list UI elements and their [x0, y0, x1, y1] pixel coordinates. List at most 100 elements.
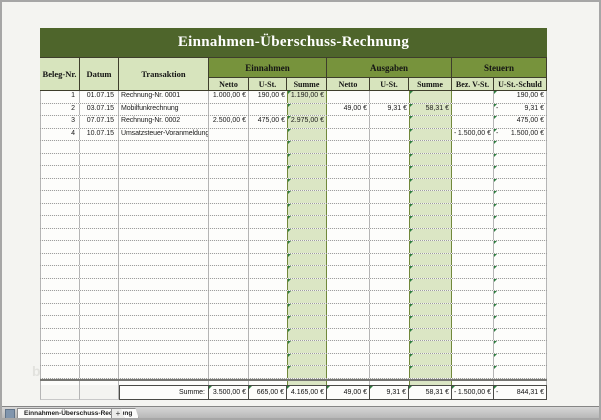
sheet-cell[interactable]: Umsatzsteuer-Voranmeldung	[119, 129, 209, 141]
sheet-cell[interactable]	[327, 329, 370, 341]
header-transaktion[interactable]: Transaktion	[119, 58, 209, 91]
sheet-cell[interactable]	[327, 354, 370, 366]
sheet-cell[interactable]: 1	[40, 91, 80, 103]
sheet-cell[interactable]	[80, 166, 119, 178]
sheet-cell[interactable]	[40, 304, 80, 316]
sheet-cell[interactable]: 2.500,00 €	[209, 116, 249, 128]
sheet-cell[interactable]	[494, 204, 547, 216]
subheader-einnahmen-netto[interactable]: Netto	[209, 78, 249, 91]
sheet-cell[interactable]	[327, 154, 370, 166]
sheet-cell[interactable]	[494, 291, 547, 303]
sheet-cell[interactable]	[209, 179, 249, 191]
sheet-cell[interactable]	[209, 354, 249, 366]
sheet-cell[interactable]	[40, 191, 80, 203]
sheet-cell[interactable]	[80, 229, 119, 241]
sheet-cell[interactable]	[40, 341, 80, 353]
sheet-cell[interactable]	[494, 141, 547, 153]
sheet-cell[interactable]	[119, 291, 209, 303]
sheet-cell[interactable]	[287, 354, 327, 366]
sheet-cell[interactable]	[287, 104, 327, 116]
subheader-einnahmen-summe[interactable]: Summe	[287, 78, 327, 91]
sheet-cell[interactable]: 475,00 €	[249, 116, 287, 128]
sheet-cell[interactable]	[119, 216, 209, 228]
sheet-cell[interactable]	[40, 166, 80, 178]
sheet-cell[interactable]	[209, 191, 249, 203]
sheet-cell[interactable]	[249, 366, 287, 378]
sheet-cell[interactable]	[40, 266, 80, 278]
sheet-cell[interactable]	[452, 354, 494, 366]
sheet-cell[interactable]	[370, 141, 409, 153]
sheet-cell[interactable]	[119, 241, 209, 253]
sheet-cell[interactable]	[287, 129, 327, 141]
sheet-cell[interactable]	[209, 166, 249, 178]
sheet-cell[interactable]	[452, 166, 494, 178]
sheet-cell[interactable]	[452, 366, 494, 378]
sheet-cell[interactable]	[249, 129, 287, 141]
sheet-cell[interactable]	[209, 316, 249, 328]
summary-value-cell[interactable]: 3.500,00 €	[209, 385, 249, 400]
sheet-cell[interactable]	[494, 191, 547, 203]
sheet-cell[interactable]	[327, 266, 370, 278]
sheet-cell[interactable]	[40, 141, 80, 153]
sheet-cell[interactable]	[287, 366, 327, 378]
sheet-cell[interactable]: 2.975,00 €	[287, 116, 327, 128]
group-ausgaben[interactable]: Ausgaben	[327, 58, 452, 78]
sheet-cell[interactable]: -1.500,00 €	[452, 129, 494, 141]
sheet-cell[interactable]	[80, 241, 119, 253]
sheet-cell[interactable]	[249, 154, 287, 166]
sheet-cell[interactable]	[287, 266, 327, 278]
sheet-cell[interactable]	[494, 329, 547, 341]
sheet-cell[interactable]	[209, 241, 249, 253]
sheet-cell[interactable]	[452, 316, 494, 328]
sheet-cell[interactable]	[452, 104, 494, 116]
sheet-cell[interactable]: 58,31 €	[409, 104, 452, 116]
sheet-cell[interactable]	[327, 229, 370, 241]
sheet-cell[interactable]	[40, 204, 80, 216]
sheet-cell[interactable]	[209, 279, 249, 291]
sheet-cell[interactable]	[80, 316, 119, 328]
sheet-cell[interactable]	[452, 179, 494, 191]
sheet-cell[interactable]	[409, 304, 452, 316]
sheet-cell[interactable]	[370, 229, 409, 241]
sheet-cell[interactable]: 10.07.15	[80, 129, 119, 141]
sheet-cell[interactable]	[249, 191, 287, 203]
sheet-cell[interactable]	[327, 304, 370, 316]
sheet-cell[interactable]	[409, 241, 452, 253]
sheet-cell[interactable]	[370, 116, 409, 128]
sheet-cell[interactable]	[452, 279, 494, 291]
sheet-cell[interactable]	[327, 179, 370, 191]
sheet-cell[interactable]	[40, 154, 80, 166]
summary-value-cell[interactable]: 4.165,00 €	[287, 385, 327, 400]
sheet-cell[interactable]	[40, 279, 80, 291]
sheet-cell[interactable]	[409, 254, 452, 266]
sheet-cell[interactable]	[80, 341, 119, 353]
sheet-cell[interactable]	[287, 341, 327, 353]
sheet-cell[interactable]: 9,31 €	[370, 104, 409, 116]
sheet-cell[interactable]	[494, 254, 547, 266]
sheet-cell[interactable]	[287, 316, 327, 328]
sheet-cell[interactable]	[370, 191, 409, 203]
sheet-cell[interactable]	[249, 216, 287, 228]
group-steuern[interactable]: Steuern	[452, 58, 547, 78]
sheet-cell[interactable]	[287, 291, 327, 303]
sheet-cell[interactable]	[80, 204, 119, 216]
sheet-cell[interactable]	[249, 266, 287, 278]
sheet-cell[interactable]	[40, 241, 80, 253]
sheet-cell[interactable]	[409, 341, 452, 353]
sheet-cell[interactable]	[80, 385, 119, 400]
sheet-cell[interactable]	[80, 291, 119, 303]
sheet-cell[interactable]	[249, 279, 287, 291]
sheet-cell[interactable]	[40, 179, 80, 191]
sheet-cell[interactable]	[370, 254, 409, 266]
sheet-cell[interactable]	[119, 366, 209, 378]
sheet-cell[interactable]	[327, 279, 370, 291]
sheet-cell[interactable]	[409, 191, 452, 203]
sheet-cell[interactable]	[209, 216, 249, 228]
sheet-cell[interactable]	[209, 129, 249, 141]
sheet-cell[interactable]: 1.190,00 €	[287, 91, 327, 103]
summary-value-cell[interactable]: 49,00 €	[327, 385, 370, 400]
sheet-cell[interactable]	[209, 204, 249, 216]
sheet-cell[interactable]	[494, 266, 547, 278]
sheet-cell[interactable]	[370, 179, 409, 191]
sheet-cell[interactable]	[452, 154, 494, 166]
